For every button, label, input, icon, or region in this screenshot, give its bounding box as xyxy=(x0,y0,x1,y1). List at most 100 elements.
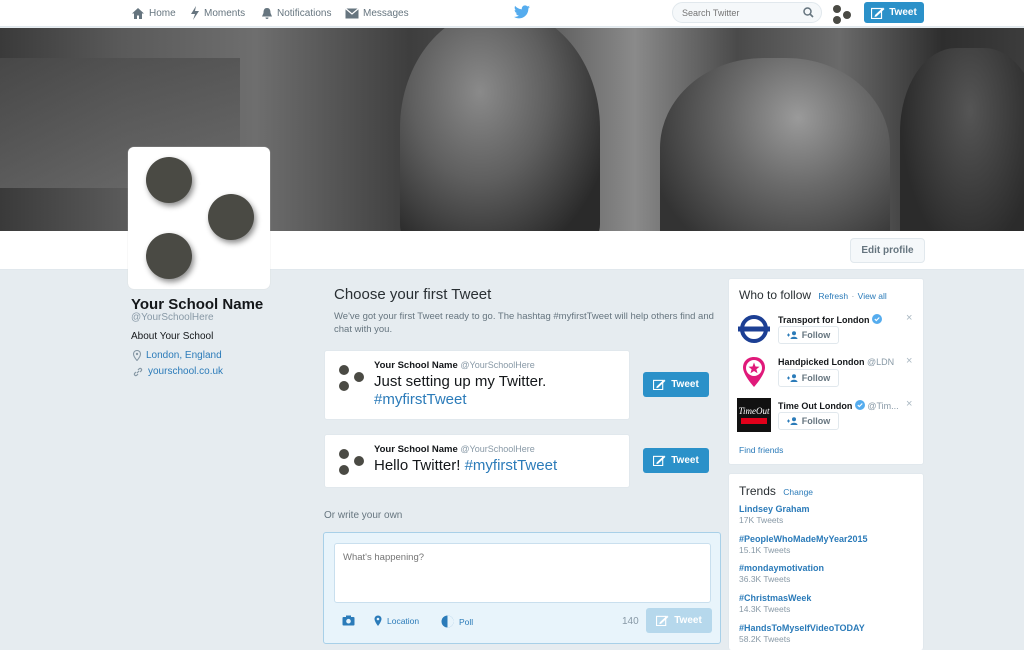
first-tweet-heading: Choose your first Tweet xyxy=(334,286,492,303)
lightning-icon xyxy=(191,6,199,20)
trend-count: 15.1K Tweets xyxy=(739,545,791,555)
add-user-icon xyxy=(786,374,798,382)
verified-badge-icon xyxy=(872,314,883,324)
search-icon[interactable] xyxy=(803,7,814,18)
avatar-dot xyxy=(208,194,254,240)
nav-notifications-label: Notifications xyxy=(277,7,332,19)
add-user-icon xyxy=(786,417,798,425)
trend-count: 17K Tweets xyxy=(739,515,784,525)
nav-moments[interactable]: Moments xyxy=(190,5,245,21)
tweet-author: Your School Name @YourSchoolHere xyxy=(374,444,535,455)
trend-name[interactable]: #ChristmasWeek xyxy=(739,593,811,603)
trend-item[interactable]: Lindsey Graham 17K Tweets xyxy=(739,504,810,525)
nav-home[interactable]: Home xyxy=(131,5,176,21)
tweet-hashtag[interactable]: #myfirstTweet xyxy=(465,457,558,474)
add-photo-button[interactable] xyxy=(342,615,360,626)
avatar-dot xyxy=(833,5,841,13)
avatar-dot xyxy=(146,157,192,203)
tweet-text: Just setting up my Twitter. #myfirstTwee… xyxy=(374,373,624,409)
star-pin-icon[interactable] xyxy=(737,355,771,389)
suggested-tweet-card: Your School Name @YourSchoolHere Hello T… xyxy=(324,434,630,488)
poll-icon xyxy=(441,615,454,628)
tweet-text: Hello Twitter! #myfirstTweet xyxy=(374,457,624,475)
who-to-follow-panel: Who to follow Refresh · View all Transpo… xyxy=(728,278,924,465)
follow-suggestion: Transport for London Follow × xyxy=(737,312,917,348)
trend-name[interactable]: Lindsey Graham xyxy=(739,504,810,514)
follow-suggestion: TimeOut Time Out London @Tim... Follow × xyxy=(737,398,917,434)
nav-notifications[interactable]: Notifications xyxy=(261,5,331,21)
trends-header: Trends Change xyxy=(739,484,813,498)
avatar-dot xyxy=(354,456,364,466)
trend-item[interactable]: #PeopleWhoMadeMyYear2015 15.1K Tweets xyxy=(739,534,868,555)
trends-title: Trends xyxy=(739,484,776,498)
profile-name: Your School Name xyxy=(131,296,264,313)
dismiss-suggestion-button[interactable]: × xyxy=(906,398,912,410)
add-user-icon xyxy=(786,331,798,339)
trend-name[interactable]: #mondaymotivation xyxy=(739,563,824,573)
trend-item[interactable]: #mondaymotivation 36.3K Tweets xyxy=(739,563,824,584)
find-friends-link[interactable]: Find friends xyxy=(739,445,783,455)
add-poll-button[interactable]: Poll xyxy=(441,615,473,628)
change-trends-link[interactable]: Change xyxy=(783,487,813,497)
envelope-icon xyxy=(345,7,359,18)
trend-name[interactable]: #PeopleWhoMadeMyYear2015 xyxy=(739,534,868,544)
trends-panel: Trends Change Lindsey Graham 17K Tweets … xyxy=(728,473,924,650)
trend-name[interactable]: #HandsToMyselfVideoTODAY xyxy=(739,623,865,633)
trend-count: 58.2K Tweets xyxy=(739,634,791,644)
send-suggested-tweet-button[interactable]: Tweet xyxy=(643,448,709,473)
suggestion-display-name: Transport for London xyxy=(778,315,870,325)
trend-count: 36.3K Tweets xyxy=(739,574,791,584)
composer-tweet-label: Tweet xyxy=(674,615,702,626)
suggestion-name[interactable]: Transport for London xyxy=(778,314,883,325)
profile-avatar[interactable] xyxy=(128,147,270,289)
location-pin-icon xyxy=(133,350,141,361)
top-navigation-bar: Home Moments Notifications Messages Twee… xyxy=(0,0,1024,27)
compose-tweet-button[interactable]: Tweet xyxy=(864,2,924,23)
profile-website[interactable]: yourschool.co.uk xyxy=(133,366,223,377)
suggestion-name[interactable]: Handpicked London @LDN xyxy=(778,357,894,367)
add-location-button[interactable]: Location xyxy=(374,615,419,627)
follow-button[interactable]: Follow xyxy=(778,369,839,387)
compose-tweet-label: Tweet xyxy=(889,7,917,18)
twitter-bird-icon[interactable] xyxy=(514,5,530,24)
avatar-dot xyxy=(843,11,851,19)
follow-button[interactable]: Follow xyxy=(778,326,839,344)
nav-home-label: Home xyxy=(149,7,176,19)
camera-icon xyxy=(342,615,355,626)
edit-profile-button[interactable]: Edit profile xyxy=(850,238,925,263)
avatar-dot xyxy=(354,372,364,382)
tweet-compose-input[interactable] xyxy=(334,543,711,603)
search-box xyxy=(672,2,822,23)
composer-tweet-button[interactable]: Tweet xyxy=(646,608,712,633)
suggestion-display-name: Handpicked London xyxy=(778,357,865,367)
refresh-link[interactable]: Refresh xyxy=(818,291,848,301)
nav-messages[interactable]: Messages xyxy=(345,5,409,21)
tfl-roundel-icon[interactable] xyxy=(737,312,771,346)
follow-button[interactable]: Follow xyxy=(778,412,839,430)
location-label: Location xyxy=(387,616,420,626)
trend-item[interactable]: #HandsToMyselfVideoTODAY 58.2K Tweets xyxy=(739,623,865,644)
timeout-logo-icon[interactable]: TimeOut xyxy=(737,398,771,432)
tweet-text-main: Just setting up my Twitter. xyxy=(374,373,547,390)
search-input[interactable] xyxy=(673,3,793,23)
tweet-author-name: Your School Name xyxy=(374,360,458,371)
suggestion-name[interactable]: Time Out London @Tim... xyxy=(778,400,899,411)
tweet-author-handle: @YourSchoolHere xyxy=(460,360,535,370)
tweet-button-label: Tweet xyxy=(671,379,699,390)
compose-icon xyxy=(656,615,669,626)
dismiss-suggestion-button[interactable]: × xyxy=(906,312,912,324)
tweet-hashtag[interactable]: #myfirstTweet xyxy=(374,391,467,408)
compose-icon xyxy=(871,7,885,19)
send-suggested-tweet-button[interactable]: Tweet xyxy=(643,372,709,397)
follow-label: Follow xyxy=(801,416,831,426)
view-all-link[interactable]: View all xyxy=(858,291,887,301)
who-to-follow-title: Who to follow xyxy=(739,288,812,302)
trend-item[interactable]: #ChristmasWeek 14.3K Tweets xyxy=(739,593,811,614)
profile-location[interactable]: London, England xyxy=(133,350,222,361)
bell-icon xyxy=(262,7,272,19)
home-icon xyxy=(132,7,144,19)
tweet-author-handle: @YourSchoolHere xyxy=(460,444,535,454)
avatar-dot xyxy=(339,381,349,391)
dismiss-suggestion-button[interactable]: × xyxy=(906,355,912,367)
account-avatar[interactable] xyxy=(831,3,853,25)
